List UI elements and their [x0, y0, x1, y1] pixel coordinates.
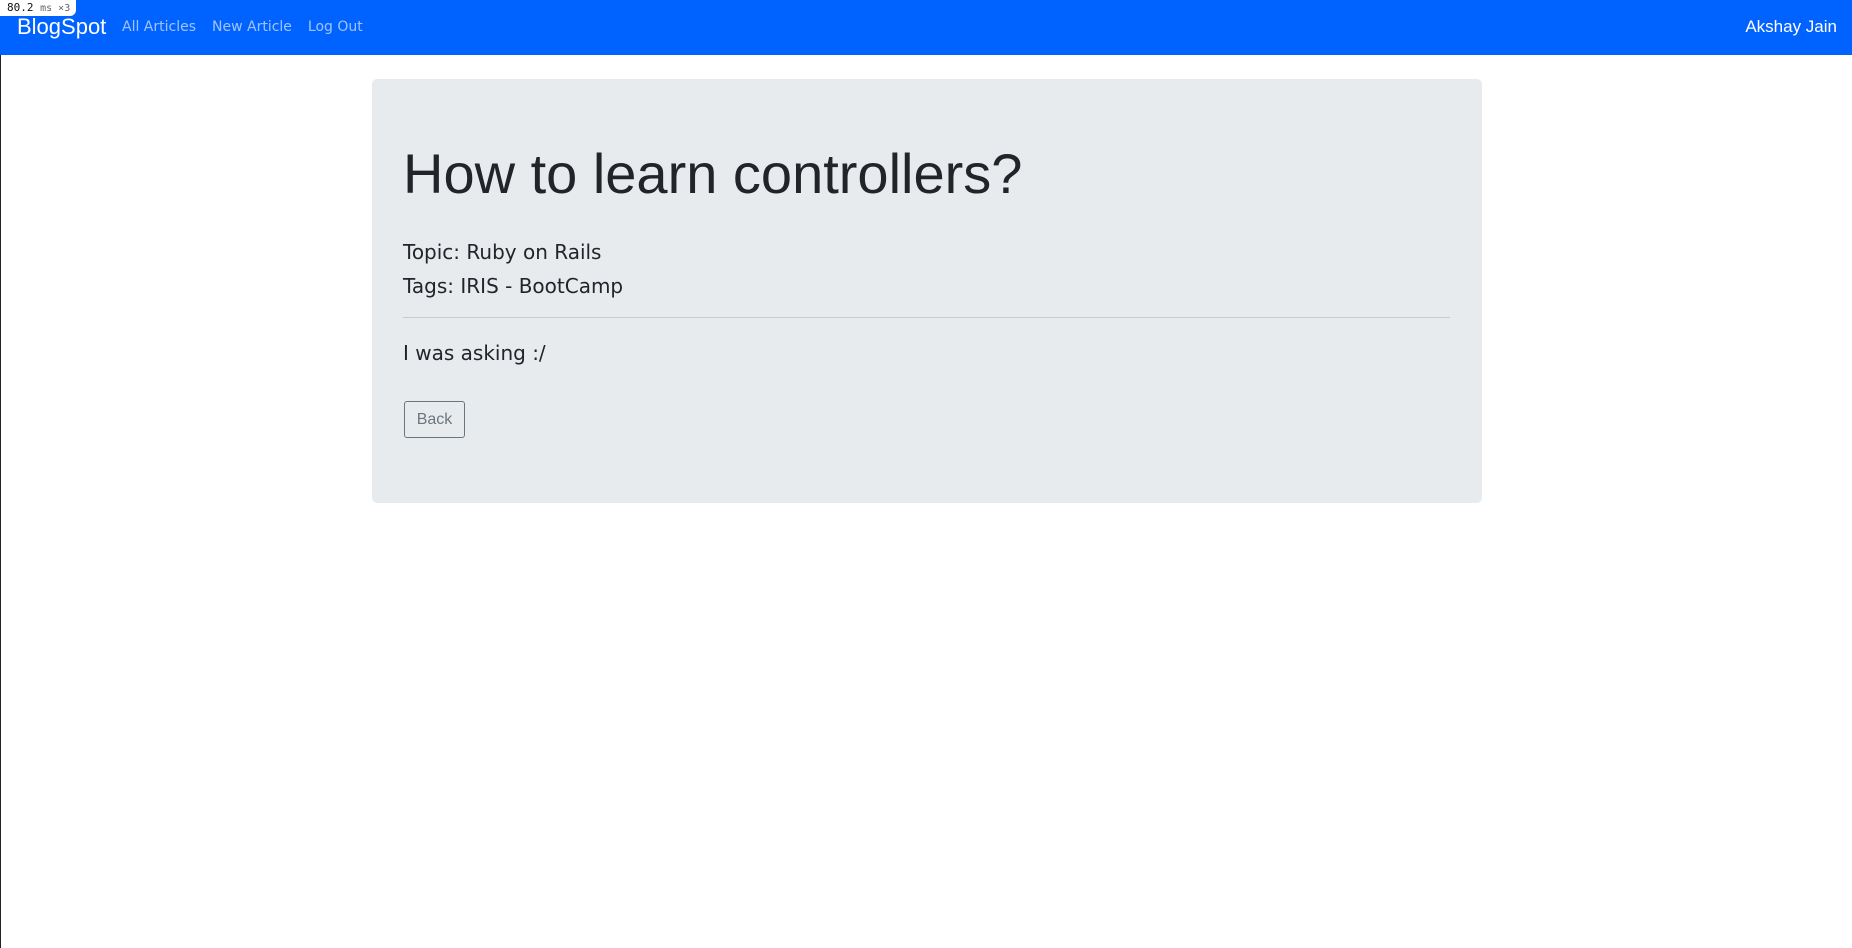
back-button[interactable]: Back: [404, 401, 465, 438]
nav-link-new-article[interactable]: New Article: [212, 18, 292, 36]
top-navbar: BlogSpot All Articles New Article Log Ou…: [0, 0, 1852, 55]
nav-link-all-articles[interactable]: All Articles: [122, 18, 196, 36]
performance-value: 80.2: [7, 1, 34, 14]
performance-unit: ms ×3: [40, 3, 71, 14]
article-body: I was asking :/: [403, 341, 546, 365]
nav-links: All Articles New Article Log Out: [122, 18, 379, 36]
article-title: How to learn controllers?: [403, 142, 1023, 205]
user-name-link[interactable]: Akshay Jain: [1745, 16, 1837, 38]
article-tags: Tags: IRIS - BootCamp: [403, 274, 624, 298]
performance-badge: 80.2 ms ×3: [0, 0, 77, 16]
article-card: How to learn controllers? Topic: Ruby on…: [372, 79, 1482, 503]
nav-link-log-out[interactable]: Log Out: [308, 18, 363, 36]
divider: [403, 317, 1450, 318]
article-topic: Topic: Ruby on Rails: [403, 240, 602, 264]
brand-link[interactable]: BlogSpot: [17, 13, 106, 41]
